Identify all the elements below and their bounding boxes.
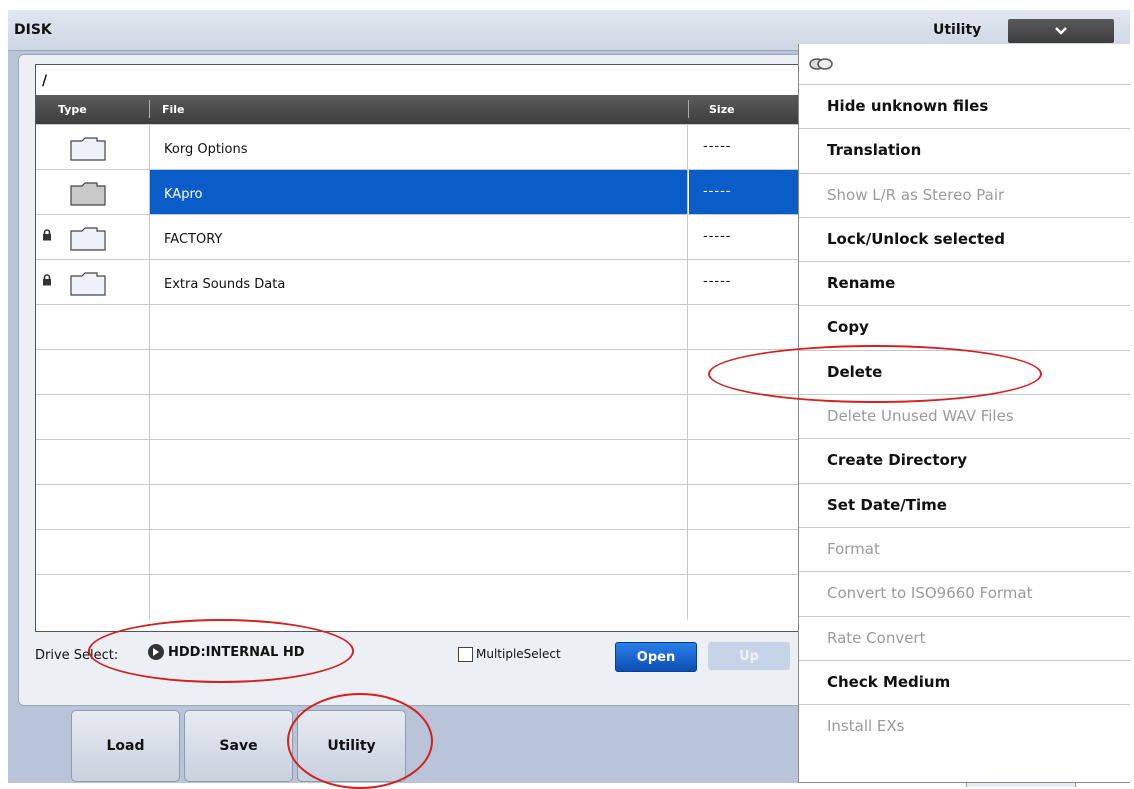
pin-icon[interactable] — [807, 56, 837, 72]
drive-select-label: Drive Select: — [35, 648, 119, 663]
menu-item[interactable]: Show L/R as Stereo Pair — [799, 172, 1130, 217]
file-size-cell: ----- — [703, 139, 732, 154]
file-size-cell — [689, 350, 816, 395]
utility-menu-label: Utility — [933, 22, 982, 38]
file-name-cell — [150, 305, 688, 350]
up-button[interactable]: Up — [708, 642, 790, 670]
type-cell — [36, 125, 150, 170]
table-row[interactable]: FACTORY ----- — [36, 214, 816, 260]
file-size-cell — [689, 440, 816, 485]
file-name-cell: Extra Sounds Data — [150, 260, 688, 305]
file-size-cell: ----- — [703, 229, 732, 244]
menu-item[interactable]: Delete — [799, 349, 1130, 394]
file-name-cell: KApro — [150, 170, 688, 215]
column-header-type: Type — [58, 103, 87, 116]
table-row — [36, 394, 816, 440]
multiple-select-label: MultipleSelect — [476, 647, 561, 661]
current-path: / — [42, 73, 48, 89]
menu-item[interactable]: Delete Unused WAV Files — [799, 394, 1130, 438]
table-row[interactable]: Extra Sounds Data ----- — [36, 259, 816, 305]
type-cell — [36, 530, 150, 575]
multiple-select-checkbox[interactable] — [458, 647, 473, 662]
file-name-cell — [150, 440, 688, 485]
file-name-cell — [150, 530, 688, 575]
type-cell — [36, 350, 150, 395]
menu-item[interactable]: Rename — [799, 261, 1130, 305]
file-size-cell — [689, 305, 816, 350]
table-row — [36, 304, 816, 350]
bottom-bar: Drive Select: HDD:INTERNAL HD MultipleSe… — [33, 634, 813, 674]
page-title: DISK — [14, 22, 52, 38]
table-row — [36, 484, 816, 530]
drive-select-button[interactable]: HDD:INTERNAL HD — [148, 644, 305, 660]
menu-item[interactable]: Lock/Unlock selected — [799, 216, 1130, 261]
type-cell — [36, 395, 150, 440]
file-size-cell — [689, 395, 816, 440]
table-header: Type File Size — [36, 95, 816, 124]
type-cell — [36, 575, 150, 620]
file-size-cell — [689, 530, 816, 575]
menu-item[interactable]: Convert to ISO9660 Format — [799, 571, 1130, 615]
menu-item[interactable]: Rate Convert — [799, 615, 1130, 660]
file-name-cell: FACTORY — [150, 215, 688, 260]
folder-icon — [70, 272, 106, 296]
disk-window: DISK Utility / Type File Size Korg Optio… — [8, 10, 1130, 789]
type-cell — [36, 440, 150, 485]
tab-utility[interactable]: Utility — [297, 710, 406, 782]
file-table: / Type File Size Korg Options ----- KApro -… — [35, 64, 817, 632]
utility-dropdown-menu: Hide unknown files Translation Show L/R as… — [798, 44, 1130, 783]
file-size-cell: ----- — [689, 170, 816, 215]
file-size-cell: ----- — [703, 274, 732, 289]
type-cell — [36, 260, 150, 305]
file-name-cell — [150, 485, 688, 530]
type-cell — [36, 215, 150, 260]
chevron-down-icon — [1055, 27, 1067, 35]
drive-select-value: HDD:INTERNAL HD — [168, 644, 305, 660]
menu-item[interactable]: Create Directory — [799, 438, 1130, 482]
column-header-file: File — [162, 103, 185, 116]
type-cell — [36, 485, 150, 530]
folder-icon — [70, 137, 106, 161]
utility-menu-button[interactable] — [1008, 19, 1114, 43]
table-row — [36, 439, 816, 485]
tab-save[interactable]: Save — [184, 710, 293, 782]
menu-item[interactable]: Check Medium — [799, 659, 1130, 704]
menu-item[interactable]: Copy — [799, 305, 1130, 349]
column-header-size: Size — [709, 103, 735, 116]
menu-item[interactable]: Translation — [799, 128, 1130, 172]
table-row[interactable]: Korg Options ----- — [36, 124, 816, 170]
menu-item[interactable]: Install EXs — [799, 704, 1130, 748]
table-row — [36, 349, 816, 395]
table-row — [36, 574, 816, 620]
tab-load[interactable]: Load — [71, 710, 180, 782]
folder-icon — [70, 182, 106, 206]
file-name-cell — [150, 575, 688, 620]
file-name-cell — [150, 350, 688, 395]
menu-item[interactable]: Format — [799, 526, 1130, 571]
table-row — [36, 529, 816, 575]
table-row[interactable]: KApro ----- — [36, 169, 816, 215]
open-button[interactable]: Open — [615, 642, 697, 672]
file-size-cell — [689, 485, 816, 530]
menu-header — [799, 44, 1130, 84]
menu-item[interactable]: Hide unknown files — [799, 84, 1130, 128]
type-cell — [36, 170, 150, 215]
folder-icon — [70, 227, 106, 251]
lock-icon — [43, 229, 51, 241]
lock-icon — [43, 274, 51, 286]
file-size-cell — [689, 575, 816, 620]
file-name-cell — [150, 395, 688, 440]
menu-item[interactable]: Set Date/Time — [799, 482, 1130, 527]
file-name-cell: Korg Options — [150, 125, 688, 170]
type-cell — [36, 305, 150, 350]
drive-arrow-icon — [148, 644, 164, 660]
